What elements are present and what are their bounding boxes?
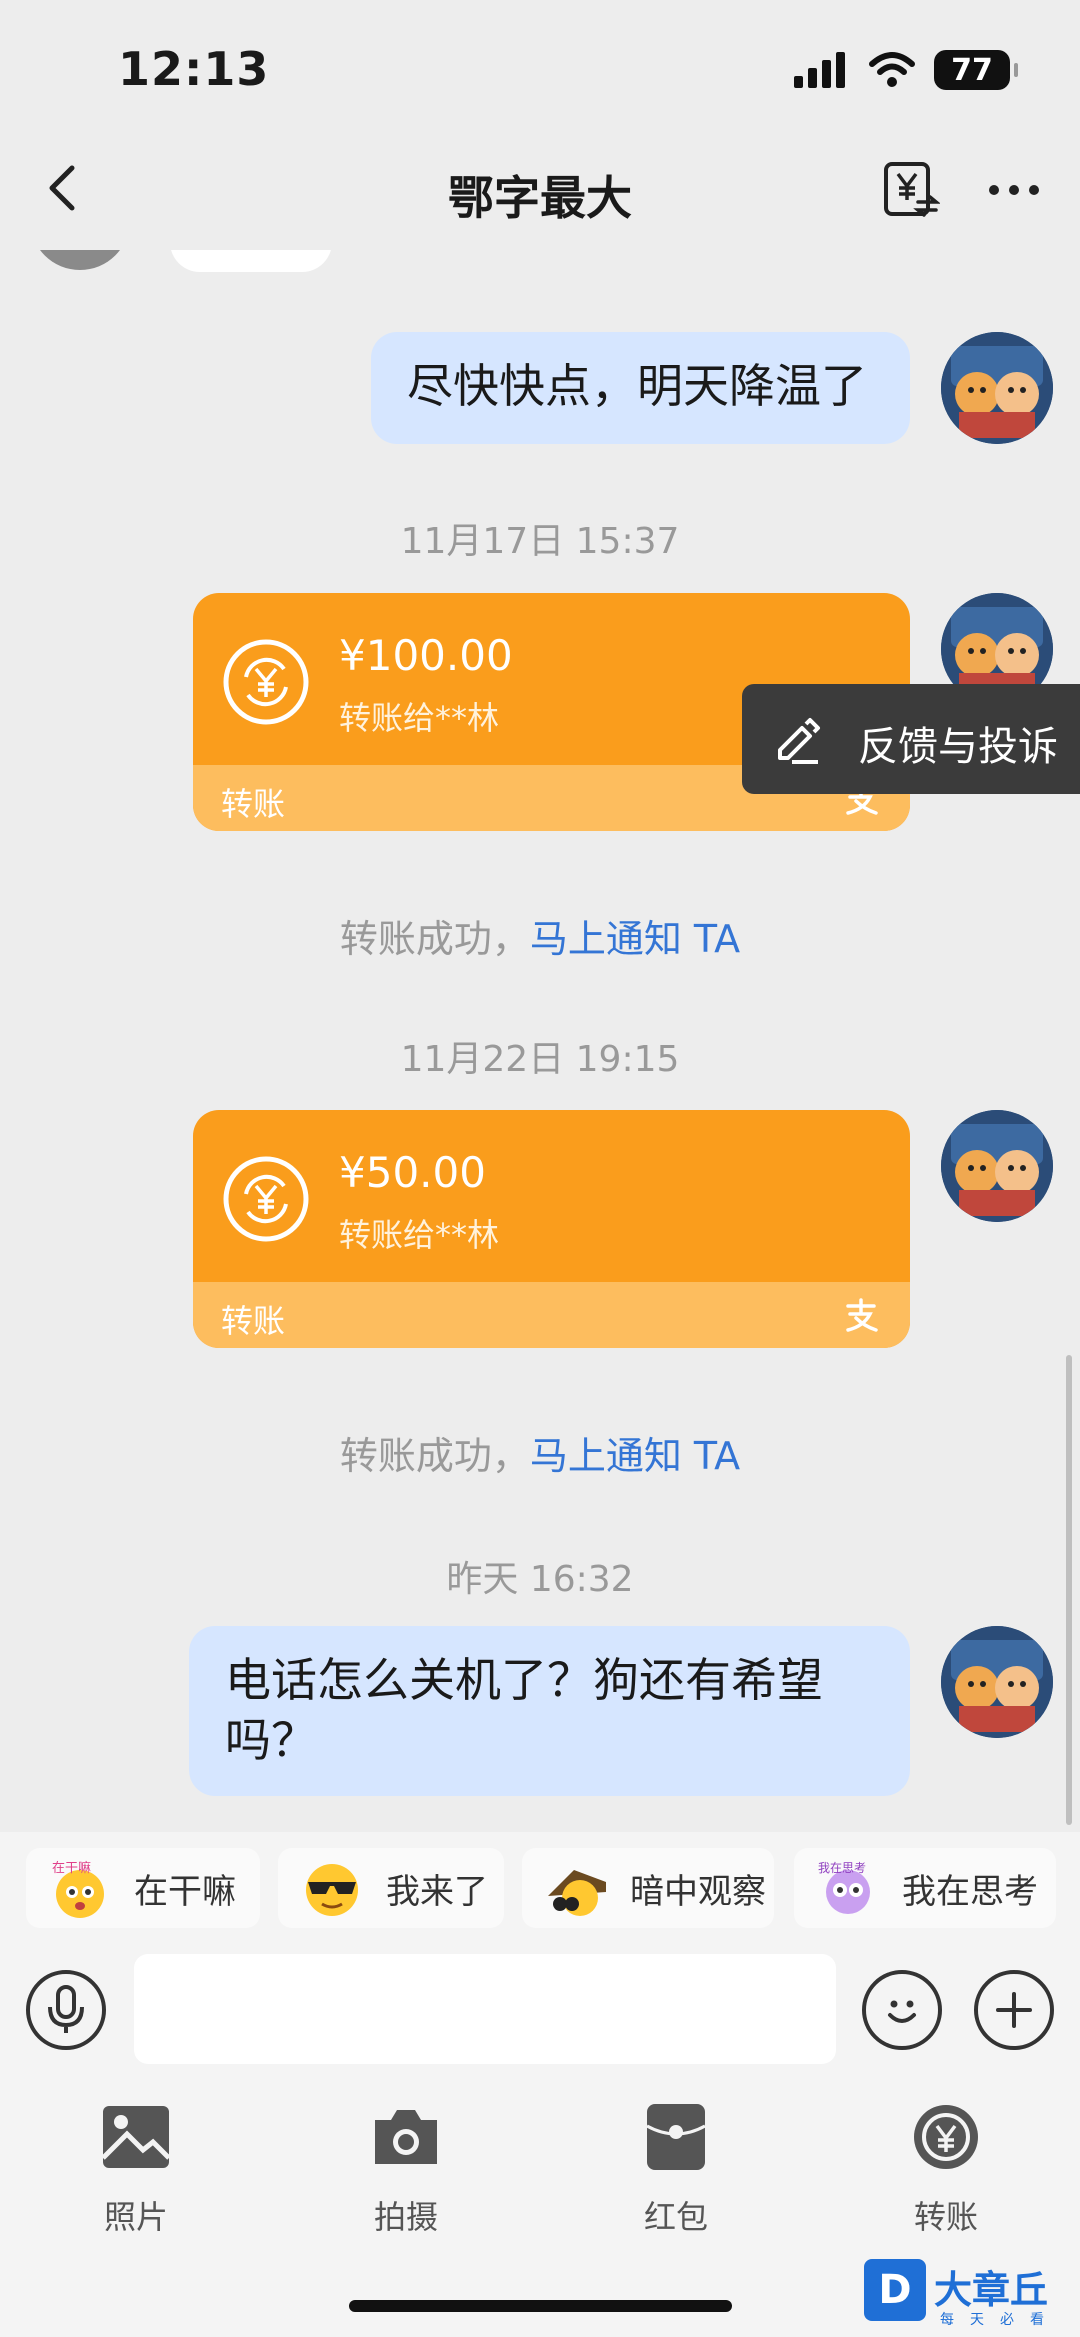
my-message-bubble[interactable]: 电话怎么关机了？狗还有希望吗？	[189, 1626, 910, 1796]
system-message: 转账成功，马上通知 TA	[0, 1425, 1080, 1480]
watermark-logo: D 大章丘 每天必看	[864, 2259, 1074, 2333]
emoji-caption: 我在思考	[818, 1861, 866, 1875]
timestamp: 11月17日 15:37	[400, 521, 680, 562]
home-indicator[interactable]	[349, 2300, 732, 2312]
peek-emoji-icon	[548, 1870, 606, 1916]
thinking-emoji-icon: 我在思考	[818, 1861, 870, 1914]
photo-icon	[101, 2106, 171, 2168]
microphone-icon	[48, 1985, 84, 2033]
watermark-badge: D	[864, 2259, 926, 2321]
transfer-records-icon[interactable]	[880, 160, 940, 220]
quick-reply-chip[interactable]: 我在思考 我在思考	[794, 1848, 1056, 1928]
quick-reply-label: 我来了	[386, 1871, 488, 1912]
quick-reply-chip[interactable]: 在干嘛 在干嘛	[26, 1848, 260, 1928]
watermark-title: 大章丘	[934, 2268, 1049, 2312]
tool-label: 照片	[103, 2198, 168, 2236]
quick-reply-bar: 在干嘛 在干嘛 我来了 暗中观察 我在思考 我在思考	[0, 1832, 1080, 1942]
system-message: 转账成功，马上通知 TA	[0, 908, 1080, 963]
battery-indicator: 77	[934, 50, 1018, 90]
tool-label: 红包	[643, 2198, 708, 2236]
quick-reply-label: 暗中观察	[630, 1871, 766, 1912]
red-packet-icon	[646, 2104, 706, 2170]
system-message-text: 转账成功，	[339, 917, 530, 961]
input-row	[0, 1942, 1080, 2082]
quick-reply-label: 我在思考	[902, 1871, 1038, 1912]
transfer-label: 转账	[221, 1302, 286, 1340]
tool-red-packet[interactable]: 红包	[596, 2102, 756, 2238]
camera-icon	[375, 2110, 437, 2164]
emoji-icon: 在干嘛	[52, 1860, 104, 1918]
tool-transfer[interactable]: 转账	[866, 2102, 1026, 2238]
chat-area[interactable]: 尽快快点，明天降温了 11月17日 15:37 ¥100.00 转账给**林 转…	[0, 250, 1080, 1832]
smiley-icon	[888, 2000, 916, 2023]
my-avatar[interactable]	[941, 332, 1053, 444]
emoji-button[interactable]	[862, 1970, 942, 2050]
sunglasses-emoji-icon	[306, 1864, 358, 1916]
transfer-recipient: 转账给**林	[339, 699, 500, 737]
system-message-text: 转账成功，	[339, 1434, 530, 1478]
transfer-label: 转账	[221, 785, 286, 823]
quick-reply-chip[interactable]: 暗中观察	[522, 1848, 774, 1928]
plus-icon	[996, 1992, 1032, 2028]
status-bar: 12:13 77	[0, 0, 1080, 130]
edit-icon	[778, 718, 820, 764]
wifi-icon	[869, 52, 915, 87]
feedback-button[interactable]: 反馈与投诉	[742, 684, 1080, 794]
tool-camera[interactable]: 拍摄	[326, 2102, 486, 2238]
tool-label: 转账	[913, 2198, 978, 2236]
more-icon[interactable]	[984, 160, 1044, 220]
watermark-subtitle: 每天必看	[940, 2312, 1060, 2328]
transfer-coin-icon	[223, 639, 309, 725]
status-time: 12:13	[118, 42, 270, 96]
transfer-recipient: 转账给**林	[339, 1216, 500, 1254]
my-message-bubble[interactable]: 尽快快点，明天降温了	[371, 332, 910, 444]
notify-link[interactable]: 马上通知 TA	[530, 917, 740, 961]
transfer-coin-icon	[223, 1156, 309, 1242]
my-avatar[interactable]	[941, 1626, 1053, 1738]
signal-icon	[794, 52, 845, 88]
tool-label: 拍摄	[373, 2198, 438, 2236]
transfer-amount: ¥50.00	[339, 1148, 486, 1197]
quick-reply-chip[interactable]: 我来了	[278, 1848, 504, 1928]
transfer-amount: ¥100.00	[339, 631, 513, 680]
notify-link[interactable]: 马上通知 TA	[530, 1434, 740, 1478]
more-actions-button[interactable]	[974, 1970, 1054, 2050]
my-avatar[interactable]	[941, 1110, 1053, 1222]
scrollbar[interactable]	[1066, 1355, 1072, 1825]
status-icons: 77	[794, 50, 1018, 90]
alipay-icon	[846, 1298, 878, 1332]
feedback-label: 反馈与投诉	[858, 724, 1058, 770]
transfer-card[interactable]: ¥50.00 转账给**林 转账	[193, 1110, 910, 1348]
transfer-icon	[914, 2105, 978, 2169]
message-input[interactable]	[134, 1954, 836, 2064]
nav-bar: 鄂字最大	[0, 130, 1080, 250]
timestamp: 昨天 16:32	[446, 1559, 634, 1600]
tool-photo[interactable]: 照片	[56, 2102, 216, 2238]
contact-avatar[interactable]	[30, 250, 130, 270]
timestamp: 11月22日 19:15	[400, 1039, 680, 1080]
quick-reply-label: 在干嘛	[134, 1871, 236, 1912]
emoji-caption: 在干嘛	[52, 1860, 91, 1876]
voice-button[interactable]	[26, 1970, 106, 2050]
contact-message-bubble	[170, 250, 332, 272]
